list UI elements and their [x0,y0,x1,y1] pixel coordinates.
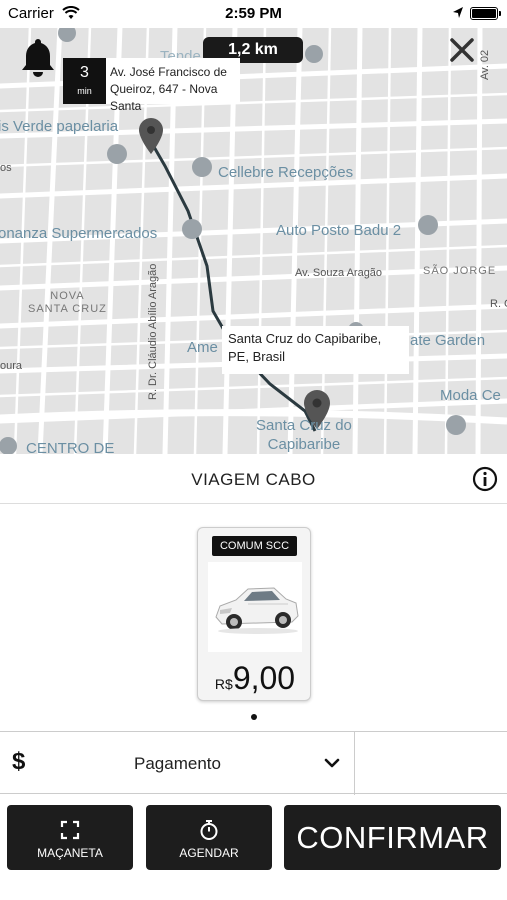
street-rc: R. C [490,298,507,310]
dollar-icon: $ [12,748,26,775]
street-oura: oura [0,360,23,372]
poi-bonanza[interactable]: onanza Supermercados [0,225,157,242]
eta-minutes: 3 [80,64,89,81]
eta-time-box: 3 min [63,58,106,104]
eta-unit: min [77,86,92,96]
payment-label: Pagamento [134,754,221,773]
expand-icon [60,820,80,840]
battery-icon [470,7,498,20]
confirmar-button[interactable]: CONFIRMAR [284,805,501,870]
status-bar: Carrier 2:59 PM [0,0,507,28]
poi-moda[interactable]: Moda Ce [440,387,501,404]
poi-cellebre[interactable]: Cellebre Recepções [218,164,353,181]
district-sao-jorge: SÃO JORGE [423,265,497,277]
origin-pin [139,118,163,154]
vehicle-option-card[interactable]: COMUM SCC R$9,00 [197,527,311,701]
city-santa-cruz: Santa Cruz do Capibaribe [256,417,352,453]
district-nova-santa-cruz: NOVA SANTA CRUZ [28,290,107,315]
bell-icon[interactable] [20,36,56,78]
clock: 2:59 PM [225,5,282,22]
street-av02: Av. 02 [479,49,491,80]
vehicle-price: R$9,00 [198,660,312,697]
eta-callout: 3 min Av. José Francisco de Queiroz, 647… [63,58,240,113]
macaneta-button[interactable]: MAÇANETA [7,805,133,870]
vehicle-category: COMUM SCC [212,536,297,556]
street-os: os [0,162,12,174]
payment-selector[interactable]: $ Pagamento [0,731,507,795]
poi-ame[interactable]: Ame [187,339,218,356]
agendar-label: AGENDAR [179,846,239,860]
destination-callout: Santa Cruz do Capibaribe, PE, Brasil [222,326,409,374]
price-currency: R$ [214,676,233,692]
close-icon[interactable] [448,36,476,64]
macaneta-label: MAÇANETA [37,846,103,860]
chevron-down-icon[interactable] [322,756,342,770]
info-icon[interactable] [472,466,498,492]
timer-icon [200,820,218,840]
agendar-button[interactable]: AGENDAR [146,805,272,870]
poi-auto-posto[interactable]: Auto Posto Badu 2 [276,222,401,239]
car-image [208,562,302,652]
confirmar-label: CONFIRMAR [296,820,489,855]
trip-header: VIAGEM CABO [0,454,507,504]
poi-garden[interactable]: ate Garden [410,332,485,349]
location-arrow-icon [453,7,463,18]
battery-tip [499,11,501,16]
origin-address: Av. José Francisco de Queiroz, 647 - Nov… [106,58,240,113]
page-indicator-dot [251,714,257,720]
poi-papelaria[interactable]: is Verde papelaria [0,118,118,135]
payment-extra-field[interactable] [355,732,507,795]
price-value: 9,00 [232,660,296,696]
district-centro: CENTRO DE [26,440,115,454]
street-claudio: R. Dr. Cláudio Abílio Aragão [147,263,159,400]
street-souza-aragao: Av. Souza Aragão [295,267,383,279]
trip-title: VIAGEM CABO [191,470,316,489]
